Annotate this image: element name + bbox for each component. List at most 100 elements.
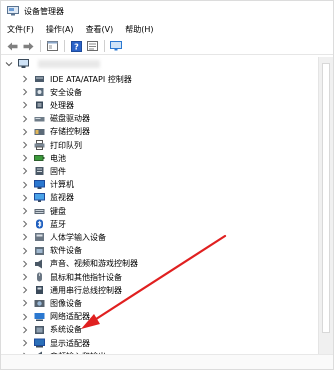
status-bar xyxy=(1,354,333,369)
toolbar-separator xyxy=(64,40,65,52)
sound-icon xyxy=(34,259,45,269)
system-device-icon xyxy=(34,325,45,335)
chevron-right-icon[interactable] xyxy=(21,75,29,83)
tree-item-label: 计算机 xyxy=(50,180,74,190)
tree-item[interactable]: 安全设备 xyxy=(21,85,82,99)
chevron-right-icon[interactable] xyxy=(21,141,29,149)
toolbar-separator xyxy=(104,40,105,52)
menu-file[interactable]: 文件(F) xyxy=(7,24,34,35)
software-device-icon xyxy=(34,246,45,256)
tree-item-label: 图像设备 xyxy=(50,298,82,308)
security-device-icon xyxy=(34,87,45,97)
scan-hardware-button[interactable] xyxy=(110,40,122,52)
chevron-right-icon[interactable] xyxy=(21,181,29,189)
tree-item-label: IDE ATA/ATAPI 控制器 xyxy=(50,74,132,84)
tree-item-label: 电池 xyxy=(50,153,66,163)
chevron-right-icon[interactable] xyxy=(21,220,29,228)
battery-icon xyxy=(34,153,45,163)
bluetooth-icon xyxy=(34,219,45,229)
tree-item[interactable]: 磁盘驱动器 xyxy=(21,112,90,126)
tree-item[interactable]: 通用串行总线控制器 xyxy=(21,283,122,297)
ide-controller-icon xyxy=(34,74,45,84)
tree-item[interactable]: 声音、视频和游戏控制器 xyxy=(21,257,138,271)
chevron-right-icon[interactable] xyxy=(21,101,29,109)
firmware-icon xyxy=(34,166,45,176)
chevron-right-icon[interactable] xyxy=(21,233,29,241)
view-options-icon xyxy=(86,41,98,51)
forward-arrow-icon xyxy=(23,42,33,50)
display-adapter-icon xyxy=(34,338,45,348)
tree-item-label: 鼠标和其他指针设备 xyxy=(50,272,122,282)
tree-item[interactable]: 图像设备 xyxy=(21,296,82,310)
title-bar: 设备管理器 xyxy=(1,1,333,21)
tree-item[interactable]: 软件设备 xyxy=(21,244,82,258)
chevron-right-icon[interactable] xyxy=(21,194,29,202)
chevron-right-icon[interactable] xyxy=(21,88,29,96)
tree-item[interactable]: 电池 xyxy=(21,151,66,165)
tree-item-label: 人体学输入设备 xyxy=(50,232,106,242)
tree-item[interactable]: 鼠标和其他指针设备 xyxy=(21,270,122,284)
chevron-right-icon[interactable] xyxy=(21,247,29,255)
chevron-right-icon[interactable] xyxy=(21,326,29,334)
tree-item-label: 系统设备 xyxy=(50,325,82,335)
chevron-right-icon[interactable] xyxy=(21,115,29,123)
tree-item-label: 安全设备 xyxy=(50,87,82,97)
toolbar: ? xyxy=(1,38,333,55)
scrollbar-thumb[interactable] xyxy=(322,63,330,333)
tree-item-label: 蓝牙 xyxy=(50,219,66,229)
chevron-right-icon[interactable] xyxy=(21,286,29,294)
tree-item[interactable]: 固件 xyxy=(21,164,66,178)
help-button[interactable]: ? xyxy=(70,40,82,52)
back-button[interactable] xyxy=(6,40,18,52)
tree-item[interactable]: 蓝牙 xyxy=(21,217,66,231)
menu-action[interactable]: 操作(A) xyxy=(46,24,74,35)
tree-item-label: 通用串行总线控制器 xyxy=(50,285,122,295)
chevron-right-icon[interactable] xyxy=(21,167,29,175)
device-manager-window: 设备管理器 文件(F) 操作(A) 查看(V) 帮助(H) ? IDE ATA/… xyxy=(0,0,334,370)
tree-item[interactable]: 计算机 xyxy=(21,178,74,192)
tree-item[interactable]: 处理器 xyxy=(21,98,74,112)
device-manager-icon xyxy=(7,6,19,16)
chevron-right-icon[interactable] xyxy=(21,154,29,162)
tree-item-label: 磁盘驱动器 xyxy=(50,114,90,124)
chevron-down-icon[interactable] xyxy=(5,60,13,68)
computer-root-icon xyxy=(18,59,29,69)
printer-icon xyxy=(34,140,45,150)
chevron-right-icon[interactable] xyxy=(21,299,29,307)
device-tree[interactable]: IDE ATA/ATAPI 控制器 安全设备 处理器磁盘驱动器 存储控制器 打印队列电池… xyxy=(1,57,317,361)
storage-controller-icon xyxy=(34,127,45,137)
tree-item-label: 网络适配器 xyxy=(50,312,90,322)
computer-root[interactable] xyxy=(5,57,100,71)
tree-item-label: 监视器 xyxy=(50,193,74,203)
tree-item[interactable]: 打印队列 xyxy=(21,138,82,152)
window-title: 设备管理器 xyxy=(24,6,64,16)
tree-item[interactable]: 系统设备 xyxy=(21,323,82,337)
tree-item[interactable]: 人体学输入设备 xyxy=(21,230,106,244)
menu-view[interactable]: 查看(V) xyxy=(86,24,114,35)
tree-item[interactable]: 网络适配器 xyxy=(21,310,90,324)
chevron-right-icon[interactable] xyxy=(21,260,29,268)
back-arrow-icon xyxy=(7,42,17,50)
toolbar-separator xyxy=(40,40,41,52)
tree-item[interactable]: 监视器 xyxy=(21,191,74,205)
tree-item-label: 显示适配器 xyxy=(50,338,90,348)
computer-name-blurred xyxy=(38,60,100,68)
tree-item[interactable]: 键盘 xyxy=(21,204,66,218)
chevron-right-icon[interactable] xyxy=(21,313,29,321)
properties-button[interactable] xyxy=(46,40,58,52)
chevron-right-icon[interactable] xyxy=(21,273,29,281)
chevron-right-icon[interactable] xyxy=(21,128,29,136)
view-options-button[interactable] xyxy=(86,40,98,52)
menu-bar: 文件(F) 操作(A) 查看(V) 帮助(H) xyxy=(1,22,333,37)
tree-item[interactable]: 显示适配器 xyxy=(21,336,90,350)
tree-item[interactable]: IDE ATA/ATAPI 控制器 xyxy=(21,72,132,86)
tree-item-label: 打印队列 xyxy=(50,140,82,150)
tree-item[interactable]: 存储控制器 xyxy=(21,125,90,139)
chevron-right-icon[interactable] xyxy=(21,339,29,347)
keyboard-icon xyxy=(34,206,45,216)
forward-button[interactable] xyxy=(22,40,34,52)
menu-help[interactable]: 帮助(H) xyxy=(125,24,153,35)
vertical-scrollbar[interactable] xyxy=(318,57,333,357)
chevron-right-icon[interactable] xyxy=(21,207,29,215)
imaging-device-icon xyxy=(34,298,45,308)
